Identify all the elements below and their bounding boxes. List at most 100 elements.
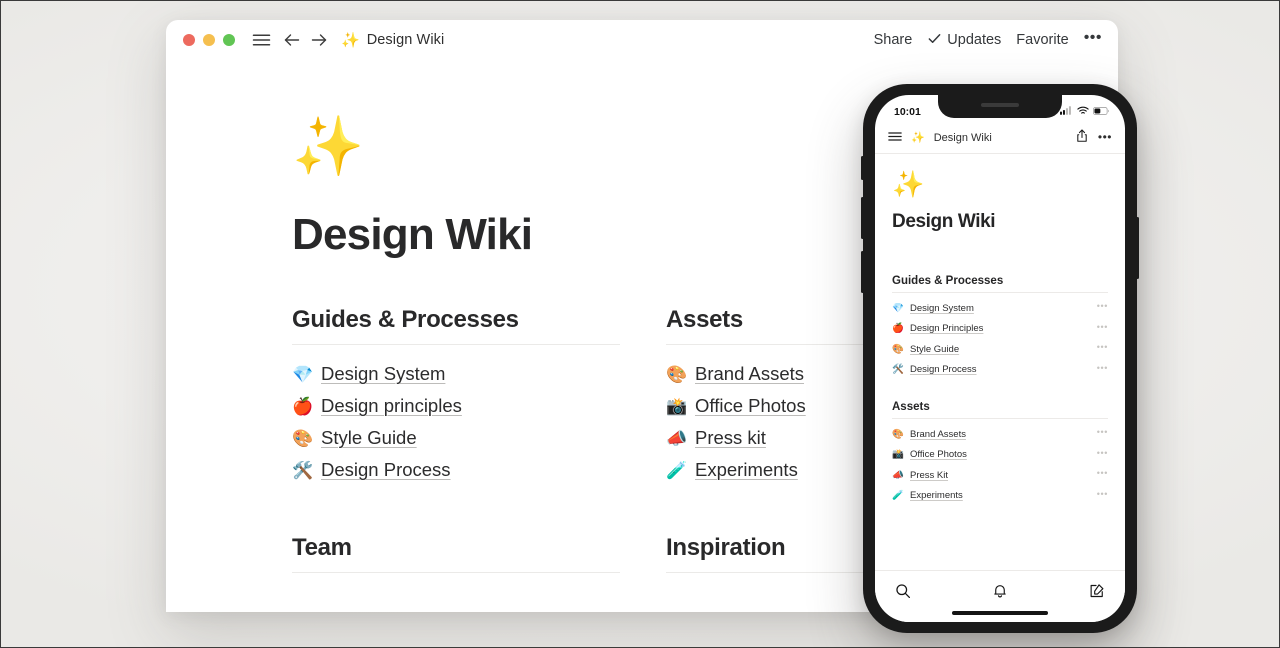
list-item-label: Design Process bbox=[910, 364, 977, 376]
status-time: 10:01 bbox=[894, 106, 921, 118]
phone-section-divider bbox=[892, 418, 1108, 419]
minimize-window-button[interactable] bbox=[203, 34, 215, 46]
list-item[interactable]: 🎨 Style Guide ••• bbox=[892, 339, 1108, 360]
check-icon bbox=[927, 31, 942, 50]
list-item-label: Press kit bbox=[695, 427, 766, 448]
list-item[interactable]: 🧪 Experiments ••• bbox=[892, 486, 1108, 507]
maximize-window-button[interactable] bbox=[223, 34, 235, 46]
list-item-more-button[interactable]: ••• bbox=[1097, 343, 1108, 355]
list-item[interactable]: 💎 Design System ••• bbox=[892, 298, 1108, 319]
megaphone-icon: 📣 bbox=[892, 469, 904, 481]
list-item-label: Design System bbox=[910, 302, 974, 314]
favorite-button[interactable]: Favorite bbox=[1016, 32, 1068, 48]
breadcrumb[interactable]: ✨ Design Wiki bbox=[341, 32, 444, 48]
search-icon[interactable] bbox=[895, 583, 965, 599]
list-item[interactable]: 📸 Office Photos ••• bbox=[892, 445, 1108, 466]
silent-switch-button[interactable] bbox=[861, 156, 864, 180]
phone-page-icon-sparkles[interactable]: ✨ bbox=[892, 171, 1108, 197]
list-item-more-button[interactable]: ••• bbox=[1097, 322, 1108, 335]
arrow-right-icon[interactable] bbox=[310, 31, 328, 49]
palette-icon: 🎨 bbox=[666, 364, 688, 384]
list-item-more-button[interactable]: ••• bbox=[1097, 489, 1108, 502]
list-item[interactable]: 💎 Design System bbox=[292, 358, 620, 390]
arrow-left-icon[interactable] bbox=[283, 31, 301, 49]
phone-section-divider bbox=[892, 292, 1108, 293]
gem-icon: 💎 bbox=[892, 302, 904, 314]
list-item[interactable]: 🎨 Brand Assets ••• bbox=[892, 424, 1108, 445]
phone-document-body: ✨ Design Wiki Guides & Processes 💎 Desig… bbox=[875, 154, 1125, 506]
mobile-device-mockup: 10:01 ✨ Design Wiki ••• ✨ Design Wiki Gu… bbox=[861, 84, 1139, 633]
phone-section-heading-assets: Assets bbox=[892, 401, 930, 413]
phone-header-actions: ••• bbox=[1076, 128, 1112, 148]
titlebar-actions: Share Updates Favorite ••• bbox=[874, 30, 1102, 50]
phone-notch bbox=[938, 95, 1062, 118]
breadcrumb-title: Design Wiki bbox=[366, 32, 445, 48]
earpiece-speaker bbox=[981, 103, 1019, 107]
bell-icon[interactable] bbox=[965, 583, 1035, 599]
list-item-more-button[interactable]: ••• bbox=[1097, 469, 1108, 481]
palette-icon: 🎨 bbox=[892, 428, 904, 440]
volume-up-button[interactable] bbox=[861, 197, 864, 239]
close-window-button[interactable] bbox=[183, 34, 195, 46]
signal-bars-icon bbox=[1060, 106, 1073, 118]
list-item-label: Style Guide bbox=[321, 427, 417, 448]
list-item[interactable]: 🛠️ Design Process bbox=[292, 454, 620, 486]
megaphone-icon: 📣 bbox=[666, 428, 688, 448]
list-item-label: Design Process bbox=[321, 459, 451, 480]
list-item[interactable]: 🍎 Design Principles ••• bbox=[892, 319, 1108, 340]
list-item-more-button[interactable]: ••• bbox=[1097, 363, 1108, 376]
list-item-more-button[interactable]: ••• bbox=[1097, 302, 1108, 314]
tools-icon: 🛠️ bbox=[892, 364, 904, 375]
window-controls bbox=[183, 34, 235, 46]
section-heading-guides: Guides & Processes bbox=[292, 306, 519, 333]
list-item[interactable]: 🍎 Design principles bbox=[292, 390, 620, 422]
share-icon[interactable] bbox=[1076, 128, 1088, 148]
phone-breadcrumb-title[interactable]: Design Wiki bbox=[934, 132, 992, 144]
list-item-label: Office Photos bbox=[695, 395, 806, 416]
list-item[interactable]: 🛠️ Design Process ••• bbox=[892, 360, 1108, 381]
share-button[interactable]: Share bbox=[874, 32, 913, 48]
section-divider bbox=[292, 344, 620, 345]
sparkles-icon: ✨ bbox=[911, 131, 925, 144]
sparkles-icon: ✨ bbox=[341, 31, 360, 49]
list-item-label: Design System bbox=[321, 363, 446, 384]
palette-icon: 🎨 bbox=[892, 343, 904, 355]
status-indicators bbox=[1060, 106, 1110, 118]
gem-icon: 💎 bbox=[292, 364, 314, 384]
list-item-label: Style Guide bbox=[910, 343, 960, 355]
column-left: Guides & Processes 💎 Design System 🍎 Des… bbox=[292, 306, 620, 586]
phone-section-heading-guides: Guides & Processes bbox=[892, 275, 1004, 287]
camera-icon: 📸 bbox=[892, 449, 904, 460]
list-item-label: Office Photos bbox=[910, 449, 967, 461]
more-options-button[interactable]: ••• bbox=[1084, 30, 1102, 50]
test-tube-icon: 🧪 bbox=[666, 460, 688, 480]
camera-icon: 📸 bbox=[666, 396, 688, 416]
updates-button[interactable]: Updates bbox=[927, 31, 1001, 50]
list-item-label: Design Principles bbox=[910, 323, 984, 335]
list-item[interactable]: 📣 Press Kit ••• bbox=[892, 465, 1108, 486]
window-titlebar: ✨ Design Wiki Share Updates Favorite ••• bbox=[166, 20, 1118, 60]
list-item-label: Design principles bbox=[321, 395, 462, 416]
power-button[interactable] bbox=[1136, 217, 1139, 279]
hamburger-icon[interactable] bbox=[252, 32, 271, 48]
home-indicator bbox=[952, 610, 1048, 615]
list-item-label: Brand Assets bbox=[695, 363, 805, 384]
section-heading-team: Team bbox=[292, 534, 352, 561]
phone-section-spacer bbox=[892, 380, 1108, 401]
phone-more-options-button[interactable]: ••• bbox=[1098, 131, 1112, 146]
list-item[interactable]: 🎨 Style Guide bbox=[292, 422, 620, 454]
test-tube-icon: 🧪 bbox=[892, 490, 904, 501]
hamburger-icon[interactable] bbox=[888, 129, 902, 147]
volume-down-button[interactable] bbox=[861, 251, 864, 293]
compose-icon[interactable] bbox=[1035, 583, 1105, 599]
phone-screen: 10:01 ✨ Design Wiki ••• ✨ Design Wiki Gu… bbox=[875, 95, 1125, 622]
updates-label: Updates bbox=[947, 32, 1002, 48]
palette-icon: 🎨 bbox=[292, 428, 314, 448]
list-item-label: Brand Assets bbox=[910, 428, 966, 440]
list-item-more-button[interactable]: ••• bbox=[1097, 428, 1108, 440]
list-item-more-button[interactable]: ••• bbox=[1097, 448, 1108, 461]
list-item-label: Press Kit bbox=[910, 469, 949, 481]
phone-page-title: Design Wiki bbox=[892, 211, 996, 232]
apple-icon: 🍎 bbox=[292, 396, 314, 416]
